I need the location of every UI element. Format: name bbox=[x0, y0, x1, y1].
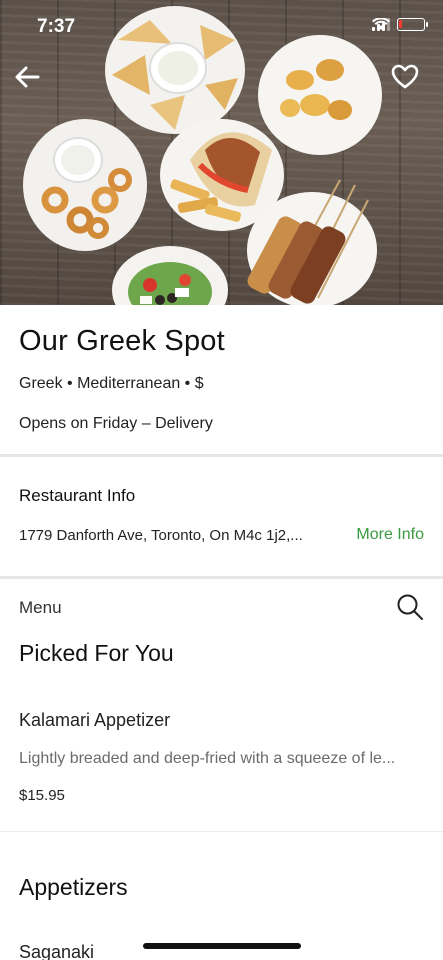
menu-item-description: Lightly breaded and deep-fried with a sq… bbox=[19, 750, 396, 767]
wifi-icon bbox=[372, 18, 390, 30]
section-title-appetizers: Appetizers bbox=[19, 874, 128, 900]
status-bar: 7:37 bbox=[0, 0, 443, 54]
search-icon bbox=[397, 594, 423, 620]
restaurant-name: Our Greek Spot bbox=[19, 325, 225, 357]
more-info-link[interactable]: More Info bbox=[356, 526, 424, 544]
item-divider bbox=[0, 831, 443, 832]
menu-label: Menu bbox=[19, 598, 62, 617]
status-time: 7:37 bbox=[37, 16, 76, 37]
back-button[interactable] bbox=[14, 66, 54, 106]
cuisine-tags: Greek • Mediterranean • $ bbox=[19, 375, 204, 392]
battery-icon bbox=[397, 18, 428, 31]
section-title-picked-for-you: Picked For You bbox=[19, 640, 174, 666]
favorite-button[interactable] bbox=[391, 64, 431, 104]
section-divider bbox=[0, 454, 443, 457]
menu-search-button[interactable] bbox=[395, 592, 425, 622]
restaurant-info-heading: Restaurant Info bbox=[19, 486, 136, 505]
section-divider bbox=[0, 576, 443, 579]
heart-outline-icon bbox=[391, 64, 419, 89]
home-indicator[interactable] bbox=[143, 943, 301, 949]
menu-item-name[interactable]: Saganaki bbox=[19, 942, 94, 960]
menu-item-name: Kalamari Appetizer bbox=[19, 710, 171, 730]
arrow-left-icon bbox=[15, 66, 40, 88]
hero-image: 7:37 bbox=[0, 0, 443, 305]
opening-hours: Opens on Friday – Delivery bbox=[19, 415, 213, 432]
menu-item-price: $15.95 bbox=[19, 787, 65, 804]
status-icons bbox=[372, 18, 428, 31]
restaurant-address: 1779 Danforth Ave, Toronto, On M4c 1j2,.… bbox=[19, 527, 303, 544]
